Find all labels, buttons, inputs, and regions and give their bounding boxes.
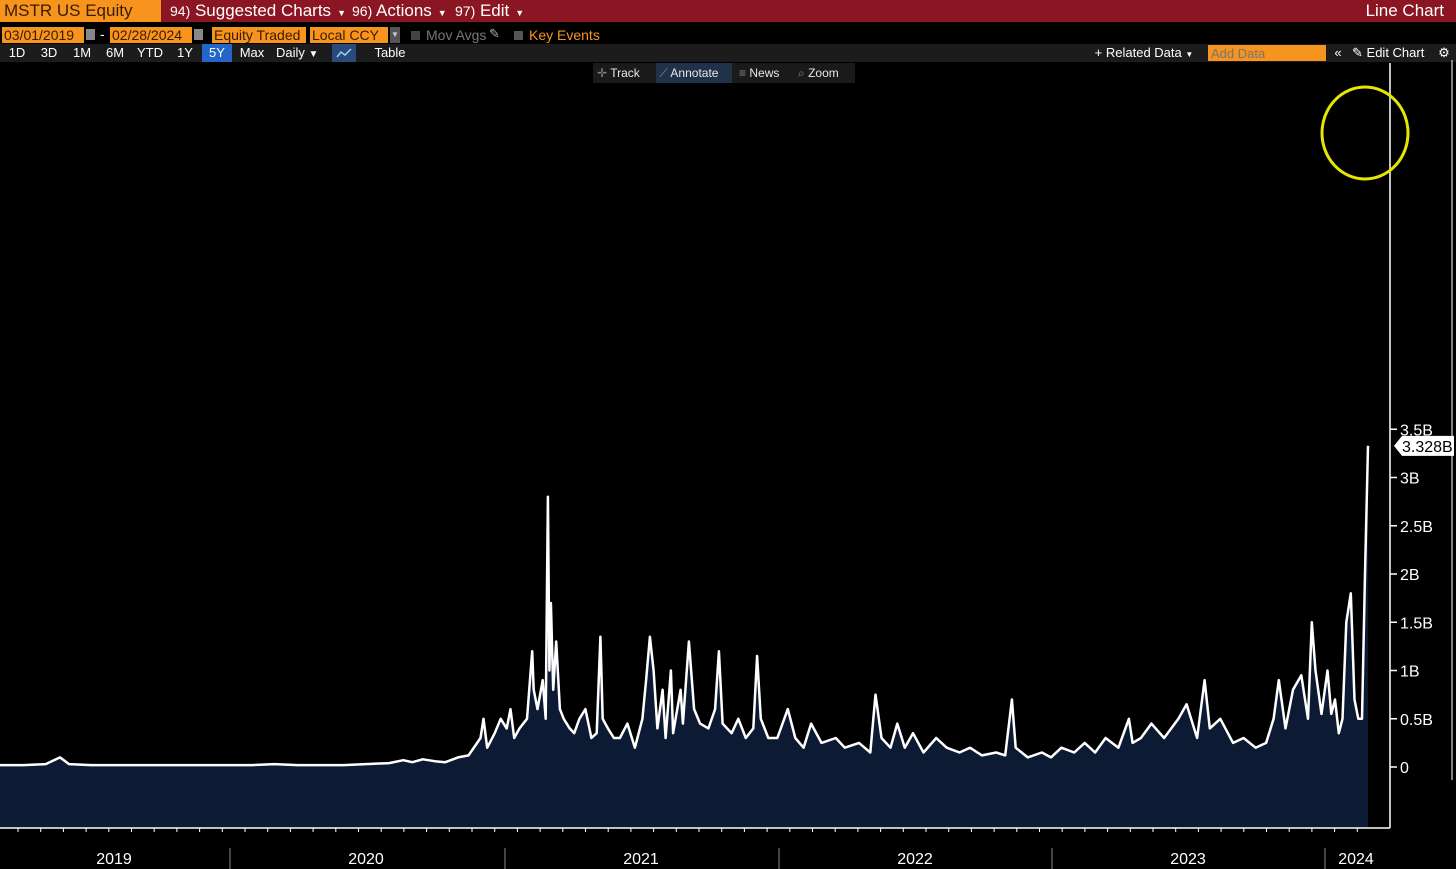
y-tick-label: 2.5B bbox=[1400, 519, 1433, 536]
x-tick-label: 2023 bbox=[1170, 851, 1206, 868]
x-tick-label: 2024 bbox=[1338, 851, 1374, 868]
x-tick-label: 2021 bbox=[623, 851, 659, 868]
y-tick-label: 3B bbox=[1400, 471, 1420, 488]
series-line bbox=[0, 445, 1370, 767]
highlight-circle bbox=[1320, 85, 1410, 181]
x-tick-label: 2019 bbox=[96, 851, 132, 868]
x-tick-label: 2022 bbox=[897, 851, 933, 868]
y-tick-label: 1.5B bbox=[1400, 615, 1433, 632]
y-tick-label: 0 bbox=[1400, 760, 1409, 777]
y-tick-label: 1B bbox=[1400, 664, 1420, 681]
area-fill bbox=[0, 445, 1368, 828]
x-tick-label: 2020 bbox=[348, 851, 384, 868]
last-value-label: 3.328B bbox=[1402, 439, 1453, 456]
y-tick-label: 2B bbox=[1400, 567, 1420, 584]
line-chart: 3.5B3B2.5B2B1.5B1B0.5B02019 2020 2021 2022 2… bbox=[0, 60, 1454, 869]
y-tick-label: 0.5B bbox=[1400, 712, 1433, 729]
